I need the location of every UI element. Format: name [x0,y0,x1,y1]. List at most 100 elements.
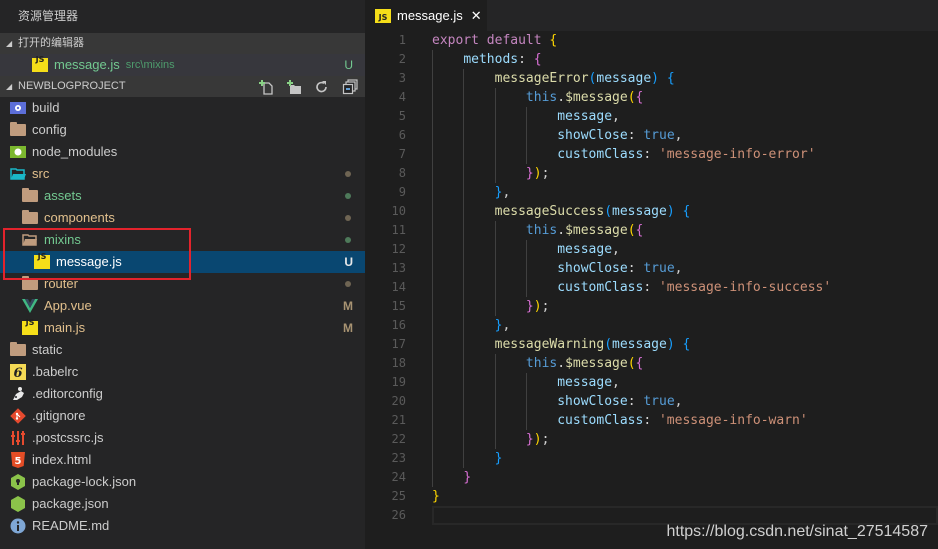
code-line: 11 this.$message({ [365,221,938,240]
line-number: 1 [398,33,406,47]
tree-item-gitignore[interactable]: .gitignore [0,405,365,427]
code-line: 21 customClass: 'message-info-warn' [365,411,938,430]
code-token: , [612,242,620,257]
code-text: showClose: true, [432,259,682,278]
build-folder-icon [10,100,26,116]
code-token: message [557,375,613,390]
open-editor-filename: message.js [54,57,120,72]
collapse-triangle-icon: ◢ [6,82,13,91]
code-line: 5 message, [365,107,938,126]
project-header[interactable]: ◢ NEWBLOGPROJECT [0,76,365,97]
close-icon[interactable]: ✕ [471,8,482,24]
code-token: : [643,413,659,428]
code-text: methods: { [432,50,542,69]
code-line: 18 this.$message({ [365,354,938,373]
tree-item-mixins[interactable]: mixins [0,229,365,251]
code-text: }); [432,430,549,449]
tree-item-components[interactable]: components [0,207,365,229]
explorer-sidebar: 资源管理器 ◢ 打开的编辑器 JS message.js src\mixins … [0,0,365,549]
code-token: : [643,147,659,162]
code-text: messageError(message) { [432,69,675,88]
tree-item-message-js[interactable]: JS message.js U [0,251,365,273]
code-token: { [682,337,691,352]
line-number: 6 [398,128,406,142]
code-token: messageSuccess [494,204,605,219]
code-token: , [674,261,683,276]
babel-icon: 6 [10,364,26,380]
tree-item-editorconfig[interactable]: .editorconfig [0,383,365,405]
code-token: methods [463,52,519,67]
tab-message-js[interactable]: JS message.js ✕ [365,0,487,31]
tree-item-label: build [32,100,60,115]
tree-item-app-vue[interactable]: App.vue M [0,295,365,317]
tree-item-static[interactable]: static [0,339,365,361]
line-number: 19 [391,375,406,389]
open-editors-header[interactable]: ◢ 打开的编辑器 [0,33,365,54]
code-line: 9 }, [365,183,938,202]
code-editor[interactable]: 1 export default {2 methods: {3 messageEr… [365,31,938,549]
collapse-all-icon[interactable] [341,78,359,96]
code-token: ) [533,299,542,314]
code-line: 24 } [365,468,938,487]
watermark: https://blog.csdn.net/sinat_27514587 [666,523,928,540]
editorconfig-icon [10,386,26,402]
tree-item-package-json[interactable]: package.json [0,493,365,515]
tree-item-router[interactable]: router [0,273,365,295]
indent-guide [525,107,527,164]
tree-item-assets[interactable]: assets [0,185,365,207]
code-token: : [627,128,644,143]
tree-item-index-html[interactable]: 5 index.html [0,449,365,471]
code-token: , [612,375,620,390]
code-token: { [635,223,644,238]
code-line: 20 showClose: true, [365,392,938,411]
open-editor-item[interactable]: JS message.js src\mixins U [0,54,365,76]
code-text: }); [432,164,549,183]
code-token: this [525,90,558,105]
tree-item-label: .babelrc [32,364,79,379]
line-number: 14 [391,280,406,294]
explorer-title: 资源管理器 [0,0,365,33]
new-folder-icon[interactable] [285,78,303,96]
tree-item-build[interactable]: build [0,97,365,119]
refresh-icon[interactable] [313,78,331,96]
code-token: showClose [557,261,628,276]
tree-item-label: config [32,122,67,137]
code-token: { [666,71,675,86]
code-line: 15 }); [365,297,938,316]
code-token: { [635,356,644,371]
tree-item-src[interactable]: src [0,163,365,185]
code-token: ; [541,299,550,314]
code-token: } [494,451,503,466]
code-text: } [432,487,440,506]
line-number: 5 [398,109,406,123]
tree-item-postcssrc-js[interactable]: .postcssrc.js [0,427,365,449]
code-line: 7 customClass: 'message-info-error' [365,145,938,164]
project-name: NEWBLOGPROJECT [18,80,126,92]
tree-item-config[interactable]: config [0,119,365,141]
code-token: this [525,356,558,371]
tree-item-main-js[interactable]: JS main.js M [0,317,365,339]
code-text: }); [432,297,549,316]
tree-item-package-lock-json[interactable]: package-lock.json [0,471,365,493]
new-file-icon[interactable] [257,78,275,96]
code-token: { [682,204,691,219]
tree-item-node-modules[interactable]: node_modules [0,141,365,163]
git-status-dot [345,193,351,199]
code-line: 17 messageWarning(message) { [365,335,938,354]
line-number: 8 [398,166,406,180]
code-token: } [525,166,534,181]
code-token: true [643,394,675,409]
src-folder-open-icon [10,166,26,182]
code-text: } [432,449,503,468]
tree-item-babelrc[interactable]: 6 .babelrc [0,361,365,383]
code-line: 19 message, [365,373,938,392]
code-token: { [533,52,542,67]
code-token: customClass [557,280,644,295]
git-status-dot [345,215,351,221]
tree-item-readme-md[interactable]: README.md [0,515,365,537]
